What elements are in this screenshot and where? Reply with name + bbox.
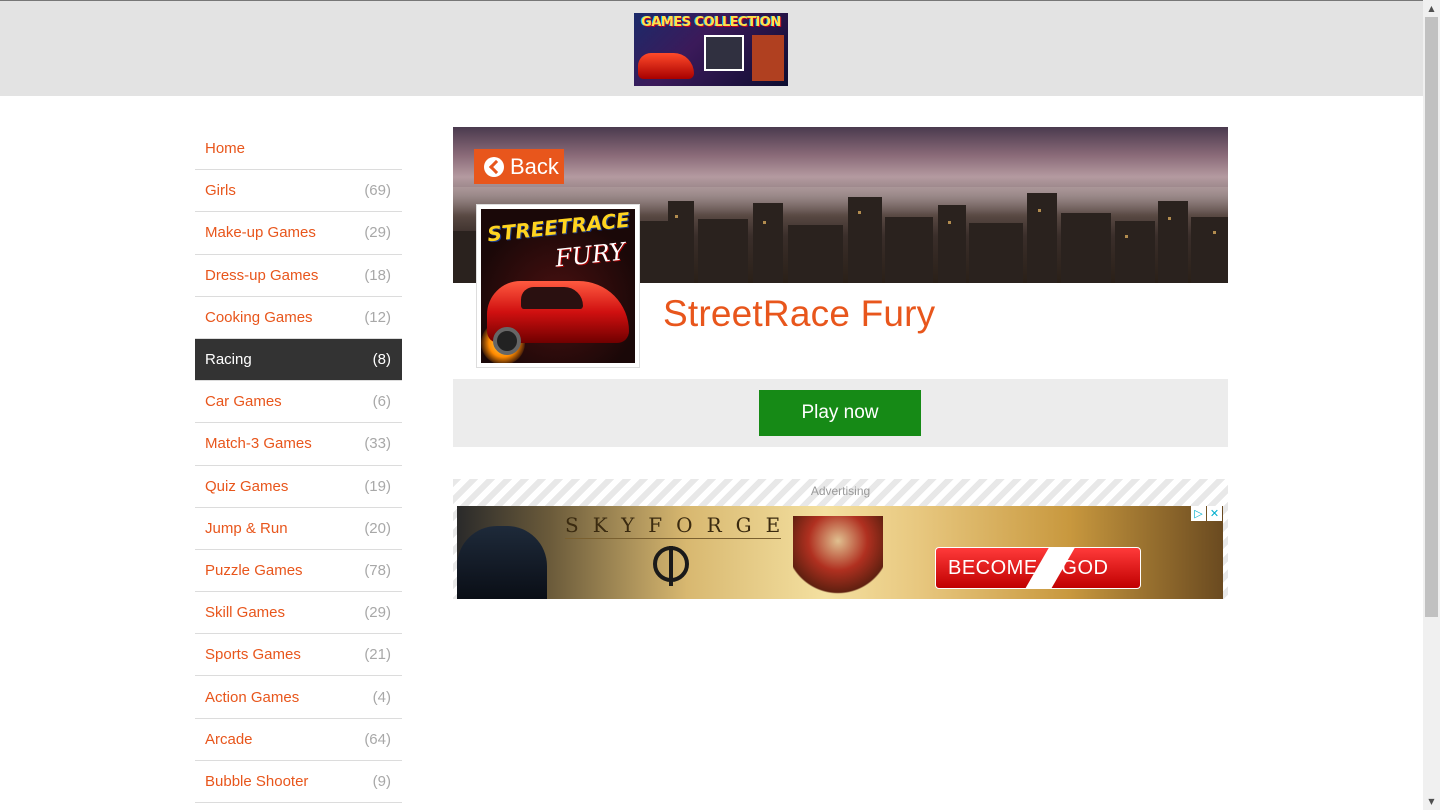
logo-text: GAMES COLLECTION	[641, 15, 781, 30]
sidebar-item-label: Bubble Shooter	[205, 772, 309, 790]
ad-figure-left	[457, 526, 547, 599]
sidebar-item-count: (64)	[364, 730, 391, 748]
sidebar-item-car-games[interactable]: Car Games (6)	[195, 381, 402, 424]
game-thumbnail: STREETRACE FURY	[477, 205, 639, 367]
sidebar-item-action-games[interactable]: Action Games (4)	[195, 676, 402, 719]
sidebar-item-count: (6)	[372, 393, 391, 411]
sidebar-item-count: (33)	[364, 435, 391, 453]
sidebar-item-skill-games[interactable]: Skill Games (29)	[195, 592, 402, 635]
sidebar-item-match-3-games[interactable]: Match-3 Games (33)	[195, 423, 402, 466]
sidebar-item-count: (9)	[372, 772, 391, 790]
sidebar-item-label: Home	[205, 140, 246, 158]
sidebar-item-count: (69)	[364, 182, 391, 200]
sidebar-item-label: Racing	[205, 351, 252, 369]
sidebar-item-label: Girls	[205, 182, 236, 200]
sidebar-item-puzzle-games[interactable]: Puzzle Games (78)	[195, 550, 402, 593]
sidebar-item-count: (29)	[364, 604, 391, 622]
sidebar-item-label: Jump & Run	[205, 519, 288, 537]
sidebar-item-girls[interactable]: Girls (69)	[195, 170, 402, 213]
sidebar-item-dress-up-games[interactable]: Dress-up Games (18)	[195, 255, 402, 297]
sidebar-item-count: (19)	[364, 477, 391, 495]
scroll-up-icon[interactable]: ▲	[1423, 0, 1440, 17]
thumbnail-wheel	[493, 327, 521, 355]
sidebar-item-jump-run[interactable]: Jump & Run (20)	[195, 508, 402, 550]
thumbnail-car-window	[521, 287, 583, 309]
ad-cta-button[interactable]: BECOME A GOD	[935, 547, 1141, 589]
logo-tile-art-2	[752, 35, 784, 81]
logo-car-art	[638, 53, 694, 79]
sidebar-item-make-up-games[interactable]: Make-up Games (29)	[195, 212, 402, 255]
sidebar-item-cooking-games[interactable]: Cooking Games (12)	[195, 297, 402, 339]
sidebar-item-label: Make-up Games	[205, 224, 316, 242]
sidebar-item-count: (18)	[364, 266, 391, 284]
chevron-left-icon	[484, 156, 504, 177]
ad-cta-label: BECOME A GOD	[948, 556, 1109, 579]
site-logo[interactable]: GAMES COLLECTION	[634, 13, 788, 86]
back-button[interactable]: Back	[474, 149, 564, 184]
scroll-down-icon[interactable]: ▼	[1423, 793, 1440, 810]
sidebar-item-count: (78)	[364, 561, 391, 579]
game-title: StreetRace Fury	[663, 293, 936, 334]
ad-figure-center	[793, 516, 883, 599]
close-icon[interactable]: ✕	[1207, 506, 1222, 521]
sidebar-item-label: Quiz Games	[205, 477, 289, 495]
sidebar-item-count: (29)	[364, 224, 391, 242]
back-button-label: Back	[510, 153, 559, 179]
ad-label: Advertising	[810, 484, 871, 498]
sidebar-item-label: Action Games	[205, 688, 300, 706]
sidebar-item-racing[interactable]: Racing (8)	[195, 338, 402, 382]
skyforge-ad-banner[interactable]: SKYFORGE BECOME A GOD	[457, 506, 1223, 599]
sidebar-item-label: Arcade	[205, 730, 253, 748]
ad-choices-icon[interactable]: ▷	[1191, 506, 1206, 521]
sidebar-item-count: (12)	[364, 308, 391, 326]
sidebar-item-arcade[interactable]: Arcade (64)	[195, 719, 402, 761]
sidebar-item-count: (4)	[372, 688, 391, 706]
sidebar-item-count: (20)	[364, 519, 391, 537]
sidebar-item-label: Sports Games	[205, 646, 301, 664]
thumbnail-title-line2: FURY	[553, 237, 627, 273]
play-now-button[interactable]: Play now	[759, 390, 921, 436]
ad-brand-rule	[565, 538, 781, 539]
page-scrollbar[interactable]: ▲ ▼	[1423, 0, 1440, 810]
ad-brand: SKYFORGE	[565, 513, 795, 537]
logo-tile-art	[704, 35, 744, 71]
sidebar-item-label: Puzzle Games	[205, 561, 303, 579]
site-header: GAMES COLLECTION	[0, 0, 1423, 96]
skyforge-emblem-icon	[653, 546, 689, 586]
sidebar-item-count: (8)	[372, 351, 391, 369]
sidebar-item-bubble-shooter[interactable]: Bubble Shooter (9)	[195, 761, 402, 803]
sidebar-item-sports-games[interactable]: Sports Games (21)	[195, 634, 402, 677]
sidebar-item-label: Car Games	[205, 393, 282, 411]
sidebar-item-label: Match-3 Games	[205, 435, 312, 453]
category-sidebar: Home Girls (69) Make-up Games (29) Dress-up G…	[195, 128, 402, 803]
sidebar-item-label: Dress-up Games	[205, 266, 319, 284]
sidebar-item-label: Cooking Games	[205, 308, 313, 326]
scrollbar-thumb[interactable]	[1425, 17, 1438, 617]
sidebar-item-quiz-games[interactable]: Quiz Games (19)	[195, 466, 402, 508]
sidebar-item-home[interactable]: Home	[195, 128, 402, 171]
sidebar-item-label: Skill Games	[205, 604, 286, 622]
sidebar-item-count: (21)	[364, 646, 391, 664]
thumbnail-art: STREETRACE FURY	[481, 209, 635, 363]
